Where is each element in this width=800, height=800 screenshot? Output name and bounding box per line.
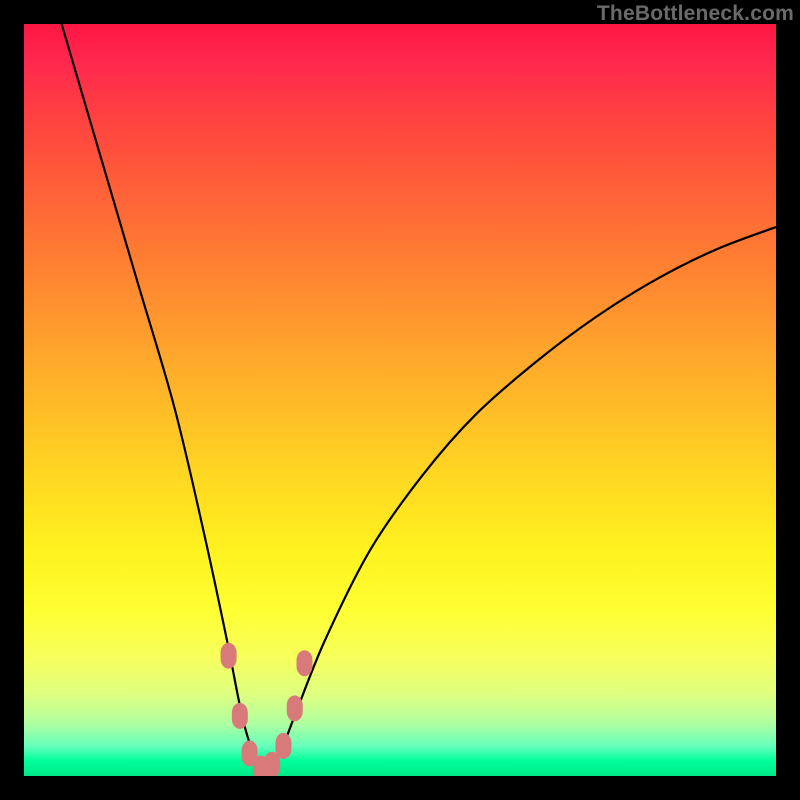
optimum-zone-markers [221, 643, 313, 776]
optimum-marker [296, 650, 312, 676]
optimum-marker [232, 703, 248, 729]
optimum-marker [275, 733, 291, 759]
optimum-marker [287, 695, 303, 721]
watermark-text: TheBottleneck.com [597, 2, 794, 26]
bottleneck-curve [62, 24, 776, 772]
chart-frame [24, 24, 776, 776]
optimum-marker [221, 643, 237, 669]
chart-svg [24, 24, 776, 776]
